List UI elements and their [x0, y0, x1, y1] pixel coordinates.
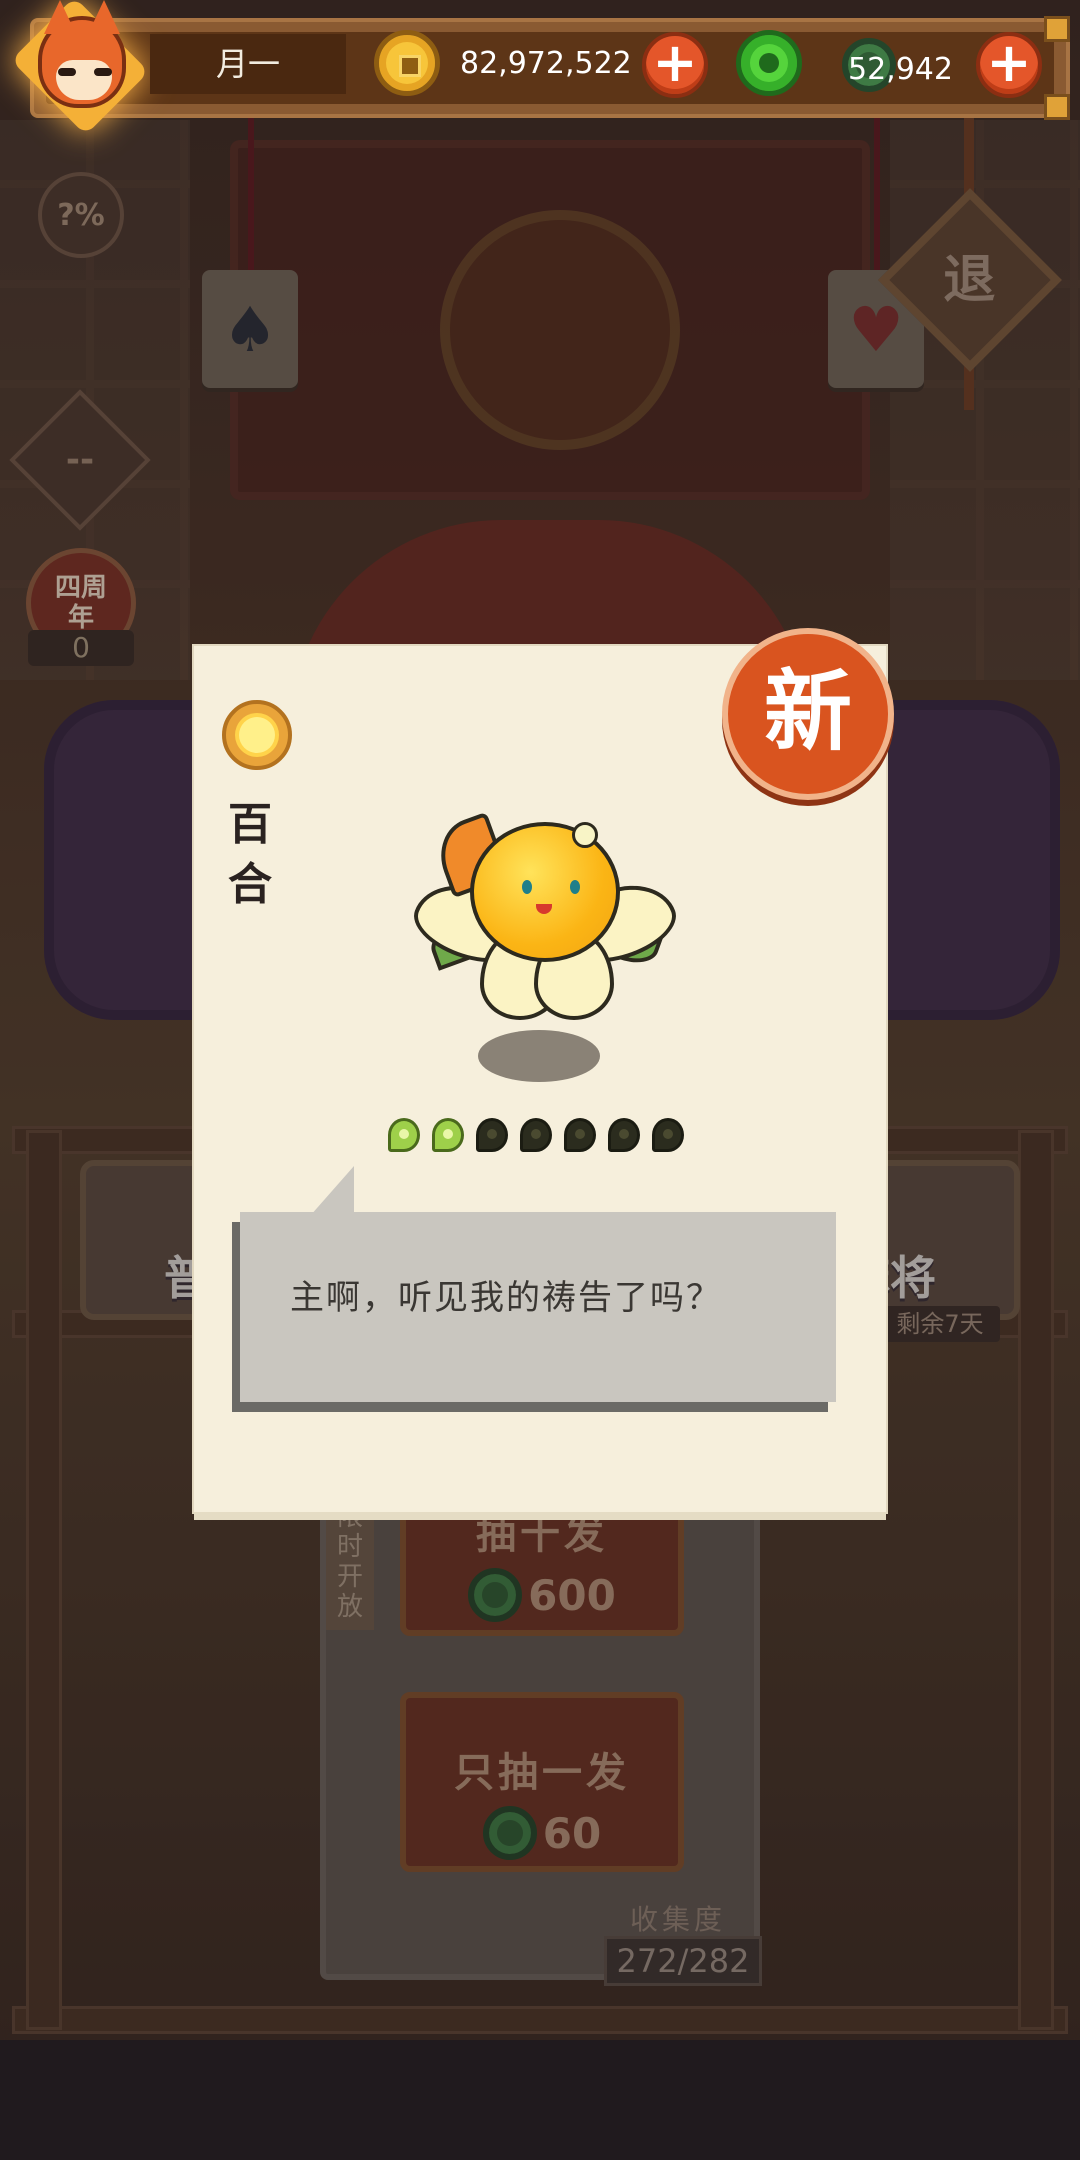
- fox-mask-icon: [38, 0, 126, 108]
- jade-amount: 52,942: [842, 38, 953, 92]
- star-filled-icon: [388, 1118, 420, 1152]
- speech-bubble-tail: [310, 1166, 354, 1216]
- fox-face: [56, 60, 112, 100]
- star-empty-icon: [652, 1118, 684, 1152]
- player-name: 月一: [150, 34, 346, 94]
- add-gold-button[interactable]: +: [642, 32, 708, 98]
- character-name-line1: 百: [228, 799, 272, 850]
- character-eye: [570, 880, 580, 894]
- gold-amount: 82,972,522: [460, 46, 632, 81]
- corner-ornament: [1044, 94, 1070, 120]
- character-eye: [522, 880, 532, 894]
- star-empty-icon: [520, 1118, 552, 1152]
- player-avatar[interactable]: [10, 0, 150, 136]
- character-shadow: [478, 1030, 600, 1082]
- star-filled-icon: [432, 1118, 464, 1152]
- star-empty-icon: [608, 1118, 640, 1152]
- fox-eye: [94, 68, 112, 76]
- star-rating: [388, 1118, 684, 1152]
- flower-hairpin-icon: [572, 822, 598, 848]
- sun-rarity-icon: [222, 700, 292, 770]
- character-name-line2: 合: [228, 859, 272, 910]
- star-empty-icon: [564, 1118, 596, 1152]
- add-jade-button[interactable]: +: [976, 32, 1042, 98]
- gold-coin-icon: [374, 30, 440, 96]
- lily-character-icon: [470, 822, 620, 962]
- corner-ornament: [1044, 16, 1070, 42]
- fox-eye: [58, 68, 76, 76]
- star-empty-icon: [476, 1118, 508, 1152]
- new-badge: 新: [722, 628, 894, 800]
- jade-coin-icon: [736, 30, 802, 96]
- character-quote: 主啊，听见我的祷告了吗？: [290, 1278, 722, 1318]
- character-mouth: [536, 904, 552, 914]
